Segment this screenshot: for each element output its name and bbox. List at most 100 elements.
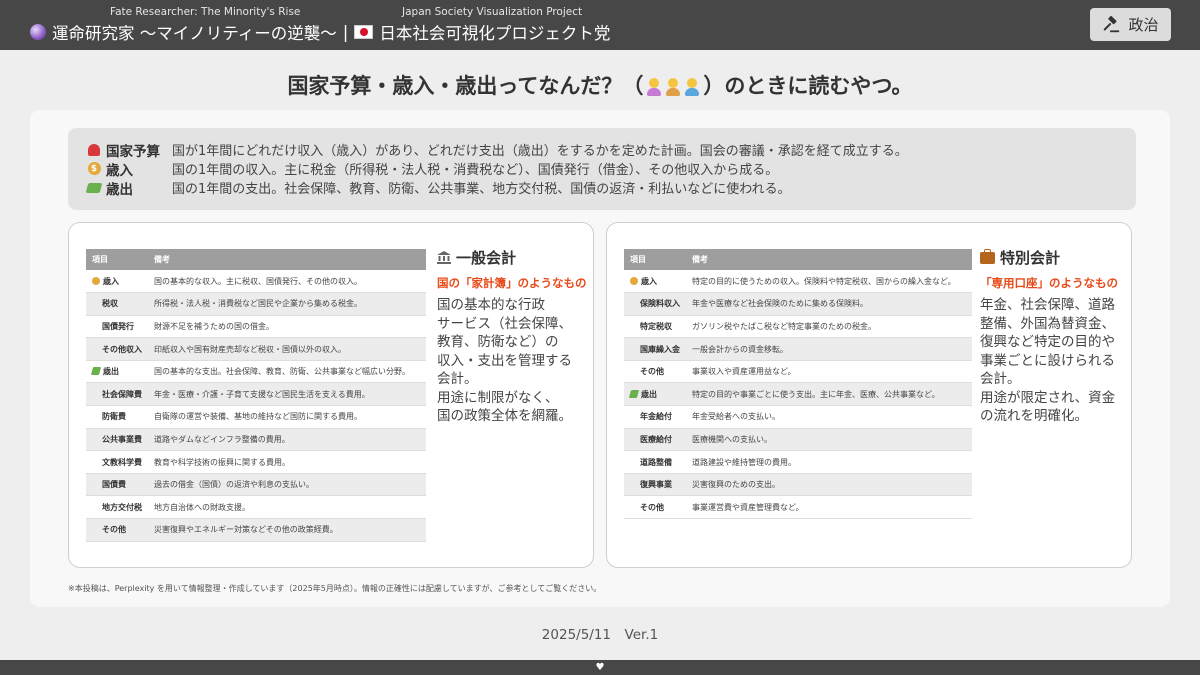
- table-cell-note: 地方自治体への財政支援。: [148, 495, 426, 520]
- definition-desc: 国が1年間にどれだけ収入（歳入）があり、どれだけ支出（歳出）をするかを定めた計画…: [172, 144, 908, 159]
- description-line: 会計。: [980, 371, 1021, 387]
- main-panel: 国家予算 国が1年間にどれだけ収入（歳入）があり、どれだけ支出（歳出）をするかを…: [30, 110, 1170, 607]
- person-shrugging-icon: [664, 77, 682, 97]
- page-title-before: 国家予算・歳入・歳出ってなんだ？（: [287, 74, 644, 98]
- table-header-note: 備考: [686, 249, 972, 270]
- money-bag-icon: [92, 276, 100, 285]
- table-cell-item-label: 歳入: [103, 276, 119, 286]
- page-title-after: ）のときに読むやつ。: [703, 74, 913, 98]
- header-subtitle-row: Fate Researcher: The Minority's Rise Jap…: [30, 4, 610, 19]
- table-cell-note: 特定の目的に使うための収入。保険料や特定税収、国からの繰入金など。: [686, 270, 972, 294]
- table-cell-note: 一般会計からの資金移転。: [686, 337, 972, 361]
- table-cell-item: 保険料収入: [624, 292, 686, 316]
- general-table-body: 歳入 国の基本的な収入。主に税収、国債発行、その他の収入。 税収 所得税・法人税・消費…: [86, 270, 426, 542]
- table-row: その他 事業運営費や資産管理費など。: [624, 495, 972, 520]
- table-row: 文教科学費 教育や科学技術の振興に関する費用。: [86, 450, 426, 474]
- table-row: 防衛費 自衛隊の運営や装備、基地の維持など国防に関する費用。: [86, 405, 426, 429]
- table-cell-note: 過去の借金（国債）の返済や利息の支払い。: [148, 473, 426, 497]
- table-cell-item-label: 保険料収入: [640, 299, 680, 309]
- description-line: の流れを明確化。: [980, 408, 1088, 424]
- table-cell-item: その他: [624, 360, 686, 384]
- description-line: 教育、防衛など）の: [437, 334, 559, 350]
- definition-row: 歳出 国の1年間の支出。社会保障、教育、防衛、公共事業、地方交付税、国債の返済・…: [85, 178, 1118, 198]
- table-cell-note: 財源不足を補うための国の借金。: [148, 315, 426, 339]
- footnote: ※本投稿は、Perplexity を用いて情報整理・作成しています（2025年5…: [68, 584, 602, 593]
- table-row: 保険料収入 年金や医療など社会保険のために集める保険料。: [624, 292, 972, 316]
- table-header-item: 項目: [624, 249, 686, 270]
- description-line: 国の政策全体を網羅。: [437, 408, 572, 424]
- table-cell-item-label: 税収: [102, 299, 118, 309]
- table-cell-item: 歳入: [86, 270, 148, 294]
- table-header-item: 項目: [86, 249, 148, 270]
- money-outflow-icon: [85, 182, 103, 193]
- table-cell-item-label: 医療給付: [640, 434, 672, 444]
- description-line: 年金、社会保障、道路: [980, 297, 1115, 313]
- table-row: 公共事業費 道路やダムなどインフラ整備の費用。: [86, 428, 426, 452]
- definitions-box: 国家予算 国が1年間にどれだけ収入（歳入）があり、どれだけ支出（歳出）をするかを…: [68, 128, 1136, 210]
- table-row: 医療給付 医療機関への支払い。: [624, 428, 972, 452]
- table-row: 税収 所得税・法人税・消費税など国民や企業から集める税金。: [86, 292, 426, 316]
- table-row: 歳入 国の基本的な収入。主に税収、国債発行、その他の収入。: [86, 270, 426, 294]
- table-cell-note: 年金・医療・介護・子育て支援など国民生活を支える費用。: [148, 382, 426, 407]
- politics-button[interactable]: 政治: [1090, 8, 1171, 41]
- table-cell-item: 国債費: [86, 473, 148, 497]
- table-cell-item: 歳出: [624, 382, 686, 407]
- table-row: 歳入 特定の目的に使うための収入。保険料や特定税収、国からの繰入金など。: [624, 270, 972, 294]
- table-cell-item: 医療給付: [624, 428, 686, 452]
- description-line: 収入・支出を管理する: [437, 352, 572, 369]
- table-cell-item: 特定税収: [624, 315, 686, 339]
- table-row: 歳出 国の基本的な支出。社会保障、教育、防衛、公共事業など幅広い分野。: [86, 360, 426, 384]
- politics-button-label: 政治: [1128, 16, 1159, 34]
- table-cell-note: 医療機関への支払い。: [686, 428, 972, 452]
- table-row: 国債費 過去の借金（国債）の返済や利息の支払い。: [86, 473, 426, 497]
- table-cell-item-label: 文教科学費: [102, 457, 142, 467]
- table-cell-item: 歳入: [624, 270, 686, 294]
- definition-desc: 国の1年間の収入。主に税金（所得税・法人税・消費税など）、国債発行（借金）、その…: [172, 163, 779, 178]
- date-version: 2025/5/11 Ver.1: [541, 627, 659, 643]
- table-cell-note: ガソリン税やたばこ税など特定事業のための税金。: [686, 315, 972, 339]
- general-account-tag: 国の「家計簿」のようなもの: [437, 276, 587, 290]
- table-cell-item-label: その他収入: [102, 344, 142, 354]
- special-account-title: 特別会計: [1000, 249, 1061, 267]
- table-cell-item-label: 防衛費: [102, 412, 126, 422]
- description-line: サービス（社会保障、: [437, 315, 572, 332]
- header-project-jp: 日本社会可視化プロジェクト党: [379, 24, 611, 43]
- general-account-card: 項目 備考 歳入 国の基本的な収入。主に税収、国債発行、その他の収入。 税収 所得税・…: [68, 222, 594, 568]
- special-account-card: 項目 備考 歳入 特定の目的に使うための収入。保険料や特定税収、国からの繰入金など…: [606, 222, 1132, 568]
- table-cell-note: 道路建設や維持管理の費用。: [686, 450, 972, 474]
- table-cell-note: 事業収入や資産運用益など。: [686, 360, 972, 384]
- table-cell-item: 公共事業費: [86, 428, 148, 452]
- table-cell-item-label: 復興事業: [640, 480, 672, 490]
- table-cell-item-label: その他: [640, 367, 664, 377]
- table-cell-item-label: 特定税収: [640, 321, 672, 331]
- table-cell-item: 道路整備: [624, 450, 686, 474]
- table-row: 特定税収 ガソリン税やたばこ税など特定事業のための税金。: [624, 315, 972, 339]
- crystal-ball-icon: [30, 24, 46, 40]
- person-shrugging-icon: [645, 77, 663, 97]
- table-cell-item-label: 道路整備: [640, 457, 672, 467]
- table-cell-note: 印紙収入や国有財産売却など税収・国債以外の収入。: [148, 337, 426, 361]
- special-table-body: 歳入 特定の目的に使うための収入。保険料や特定税収、国からの繰入金など。 保険料収入…: [624, 270, 972, 520]
- table-cell-item-label: 国庫繰入金: [640, 344, 680, 354]
- table-cell-item-label: 国債発行: [102, 321, 134, 331]
- bottom-bar: ♥: [0, 660, 1200, 675]
- special-account-table: 項目 備考 歳入 特定の目的に使うための収入。保険料や特定税収、国からの繰入金など…: [624, 249, 972, 520]
- table-cell-note: 特定の目的や事業ごとに使う支出。主に年金、医療、公共事業など。: [686, 382, 972, 407]
- table-cell-item-label: 公共事業費: [102, 434, 142, 444]
- header-title-row: 運命研究家 〜マイノリティーの逆襲〜 | 日本社会可視化プロジェクト党: [30, 20, 610, 44]
- table-cell-note: 国の基本的な収入。主に税収、国債発行、その他の収入。: [148, 270, 426, 294]
- person-shrugging-icon: [683, 77, 701, 97]
- table-cell-item: 復興事業: [624, 473, 686, 497]
- table-cell-item: 文教科学費: [86, 450, 148, 474]
- table-cell-item-label: 地方交付税: [102, 502, 142, 512]
- table-cell-item: 税収: [86, 292, 148, 316]
- table-cell-item: 国庫繰入金: [624, 337, 686, 361]
- table-cell-note: 年金受給者への支払い。: [686, 405, 972, 429]
- table-cell-item-label: 歳出: [103, 367, 119, 377]
- table-cell-note: 道路やダムなどインフラ整備の費用。: [148, 428, 426, 452]
- table-cell-item: 歳出: [86, 360, 148, 384]
- table-cell-note: 国の基本的な支出。社会保障、教育、防衛、公共事業など幅広い分野。: [148, 360, 426, 384]
- description-line: 事業ごとに設けられる: [980, 352, 1115, 369]
- money-outflow-icon: [628, 389, 640, 398]
- general-account-table: 項目 備考 歳入 国の基本的な収入。主に税収、国債発行、その他の収入。 税収 所得税・…: [86, 249, 426, 542]
